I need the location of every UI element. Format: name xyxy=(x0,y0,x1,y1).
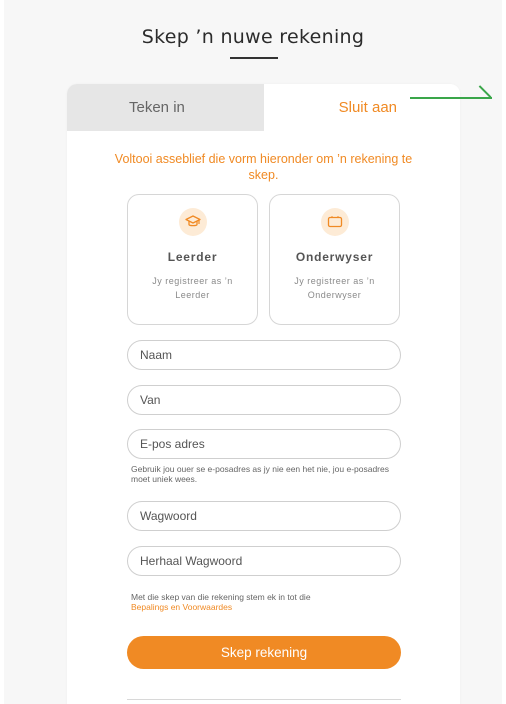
email-field[interactable] xyxy=(127,429,401,459)
email-hint: Gebruik jou ouer se e-posadres as jy nie… xyxy=(131,464,389,484)
role-title-teacher: Onderwyser xyxy=(295,250,374,264)
role-desc-teacher: Jy registreer as ’n Onderwyser xyxy=(294,276,375,300)
tab-sign-in[interactable]: Teken in xyxy=(67,84,264,131)
tab-sign-up[interactable]: Sluit aan xyxy=(264,84,460,131)
terms-text: Met die skep van die rekening stem ek in… xyxy=(131,592,401,612)
role-title-learner: Leerder xyxy=(167,250,218,264)
password-field[interactable] xyxy=(127,501,401,531)
graduation-cap-icon xyxy=(178,208,207,236)
page-title: Skep ’n nuwe rekening xyxy=(141,26,365,48)
create-account-button[interactable]: Skep rekening xyxy=(127,636,401,669)
bottom-divider xyxy=(127,699,401,700)
role-card-teacher[interactable]: Onderwyser Jy registreer as ’n Onderwyse… xyxy=(269,194,400,325)
whiteboard-icon xyxy=(320,208,349,236)
title-underline xyxy=(230,57,278,59)
terms-prefix: Met die skep van die rekening stem ek in… xyxy=(131,592,311,602)
terms-link[interactable]: Bepalings en Voorwaardes xyxy=(131,602,232,612)
surname-field[interactable] xyxy=(127,385,401,415)
role-card-learner[interactable]: Leerder Jy registreer as ’n Leerder xyxy=(127,194,258,325)
role-desc-learner: Jy registreer as ’n Leerder xyxy=(152,276,233,300)
name-field[interactable] xyxy=(127,340,401,370)
signup-card: Teken in Sluit aan Voltooi asseblief die… xyxy=(67,84,460,704)
repeat-password-field[interactable] xyxy=(127,546,401,576)
auth-tabs: Teken in Sluit aan xyxy=(67,84,460,131)
intro-text: Voltooi asseblief die vorm hieronder om … xyxy=(114,152,413,182)
annotation-connector-line xyxy=(410,97,492,99)
